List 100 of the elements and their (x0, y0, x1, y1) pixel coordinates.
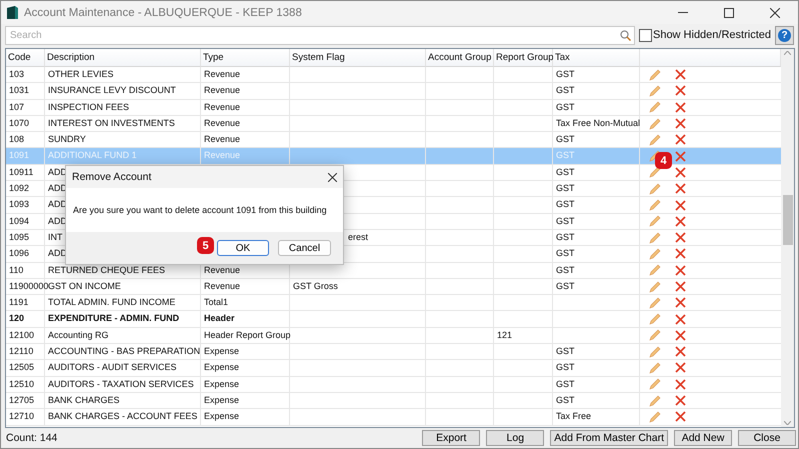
column-header[interactable]: Tax (553, 49, 640, 67)
maximize-icon[interactable] (724, 8, 734, 18)
description-cell: INT (48, 232, 62, 242)
code-cell: 1091 (9, 150, 30, 160)
pencil-icon[interactable] (649, 215, 661, 228)
code-cell: 1070 (9, 118, 30, 128)
pencil-icon[interactable] (649, 264, 661, 276)
table-row[interactable]: 12110 ACCOUNTING - BAS PREPARATION Expense GST (6, 344, 781, 360)
description-cell: AUDITORS - TAXATION SERVICES (48, 378, 194, 389)
pencil-icon[interactable] (649, 68, 661, 81)
footer-button[interactable]: Export (422, 430, 480, 446)
pencil-icon[interactable] (649, 199, 661, 212)
tax-cell: GST (556, 134, 575, 144)
pencil-icon[interactable] (649, 101, 661, 114)
delete-icon[interactable] (675, 330, 686, 341)
column-header[interactable]: Description (45, 49, 201, 67)
type-cell: Revenue (204, 118, 240, 128)
close-icon[interactable] (770, 8, 780, 18)
pencil-icon[interactable] (649, 296, 661, 309)
footer-button[interactable]: Add From Master Chart (550, 430, 668, 446)
table-row[interactable]: 103 OTHER LEVIES Revenue GST (6, 67, 781, 84)
code-cell: 1095 (9, 232, 30, 242)
scroll-down-icon[interactable] (784, 421, 791, 425)
pencil-icon[interactable] (649, 248, 661, 260)
scrollbar-thumb[interactable] (782, 195, 792, 245)
delete-icon[interactable] (675, 346, 686, 358)
search-field[interactable]: Search (5, 26, 635, 44)
tax-cell: GST (556, 199, 575, 210)
delete-icon[interactable] (675, 378, 686, 390)
footer-button[interactable]: Add New (674, 430, 732, 446)
delete-icon[interactable] (675, 411, 686, 422)
type-cell: Expense (204, 411, 240, 422)
delete-icon[interactable] (675, 314, 686, 325)
table-row[interactable]: 107 INSPECTION FEES Revenue GST (6, 100, 781, 116)
table-row[interactable]: 12505 AUDITORS - AUDIT SERVICES Expense GST (6, 360, 781, 377)
pencil-icon[interactable] (649, 182, 661, 195)
pencil-icon[interactable] (649, 362, 661, 374)
delete-icon[interactable] (675, 216, 686, 227)
table-row[interactable]: 12710 BANK CHARGES - ACCOUNT FEES Expense Tax Free (6, 409, 781, 426)
checkbox[interactable] (638, 28, 652, 42)
table-row[interactable]: 1070 INTEREST ON INVESTMENTS Revenue Tax Free Non-Mutual (6, 116, 781, 132)
table-row[interactable]: 12510 AUDITORS - TAXATION SERVICES Expense GST (6, 376, 781, 393)
pencil-icon[interactable] (649, 134, 661, 146)
delete-icon[interactable] (675, 150, 686, 162)
code-cell: 1191 (9, 297, 28, 308)
pencil-icon[interactable] (649, 84, 661, 97)
delete-icon[interactable] (675, 134, 686, 146)
type-cell: Expense (204, 362, 240, 372)
delete-icon[interactable] (675, 232, 686, 244)
delete-icon[interactable] (675, 102, 686, 113)
pencil-icon[interactable] (649, 346, 661, 358)
scroll-up-icon[interactable] (784, 51, 791, 55)
pencil-icon[interactable] (649, 118, 661, 130)
table-row[interactable]: 108 SUNDRY Revenue GST (6, 132, 781, 148)
code-cell: 1096 (9, 248, 30, 258)
tax-cell: GST (556, 85, 575, 96)
delete-icon[interactable] (675, 297, 686, 308)
table-row[interactable]: 120 EXPENDITURE - ADMIN. FUND Header (6, 311, 781, 328)
scrollbar[interactable] (781, 49, 794, 427)
description-cell: ADDITIONAL FUND 1 (48, 150, 137, 160)
dialog-button[interactable]: OK (217, 240, 269, 256)
delete-icon[interactable] (675, 183, 686, 194)
pencil-icon[interactable] (649, 378, 661, 390)
table-row[interactable]: 12705 BANK CHARGES Expense GST (6, 392, 781, 410)
delete-icon[interactable] (675, 118, 686, 130)
pencil-icon[interactable] (649, 313, 661, 326)
code-cell: 12110 (9, 346, 34, 356)
table-row[interactable]: 11900000GST ON INCOME Revenue GST Gross GST (6, 278, 781, 296)
table-row[interactable]: 1031 INSURANCE LEVY DISCOUNT Revenue GST (6, 83, 781, 100)
table-row[interactable]: 12100 Accounting RG Header Report Group 121 (6, 328, 781, 344)
pencil-icon[interactable] (649, 394, 661, 407)
footer-button[interactable]: Log (486, 430, 544, 446)
minimize-icon[interactable] (678, 12, 688, 14)
column-header[interactable]: System Flag (290, 49, 426, 67)
column-header[interactable]: Report Group (494, 49, 553, 67)
delete-icon[interactable] (675, 264, 686, 276)
column-header[interactable]: Code (6, 49, 45, 67)
column-header[interactable]: Type (201, 49, 290, 67)
type-cell: Revenue (204, 150, 240, 160)
delete-icon[interactable] (675, 166, 686, 178)
delete-icon[interactable] (675, 281, 686, 292)
type-cell: Expense (204, 394, 240, 405)
delete-icon[interactable] (675, 200, 686, 211)
type-cell: Header Report Group (204, 330, 291, 340)
footer-button[interactable]: Close (738, 430, 796, 446)
delete-icon[interactable] (675, 362, 686, 374)
pencil-icon[interactable] (649, 329, 661, 342)
close-icon[interactable] (328, 172, 337, 182)
delete-icon[interactable] (675, 248, 686, 260)
pencil-icon[interactable] (649, 232, 661, 244)
search-icon[interactable] (620, 30, 631, 40)
delete-icon[interactable] (675, 85, 686, 96)
dialog-button[interactable]: Cancel (278, 240, 331, 256)
pencil-icon[interactable] (649, 410, 661, 423)
delete-icon[interactable] (675, 395, 686, 406)
help-button[interactable]: ? (775, 26, 794, 44)
delete-icon[interactable] (675, 69, 686, 80)
code-cell: 1093 (9, 199, 30, 210)
column-header[interactable]: Account Group (426, 49, 494, 67)
table-row[interactable]: 1191 TOTAL ADMIN. FUND INCOME Total1 (6, 295, 781, 312)
